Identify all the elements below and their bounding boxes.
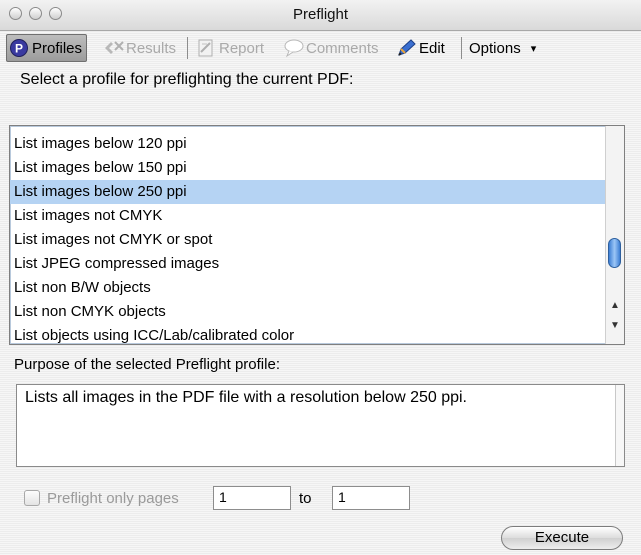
select-profile-prompt: Select a profile for preflighting the cu… (20, 71, 354, 88)
preflight-pages-checkbox[interactable] (24, 490, 40, 506)
results-icon (103, 38, 124, 58)
window-title: Preflight (292, 6, 349, 23)
scroll-down-arrow-icon[interactable]: ▼ (606, 318, 624, 334)
purpose-scrollbar[interactable] (615, 385, 624, 466)
comments-icon (283, 38, 304, 58)
report-button[interactable]: Report (196, 34, 264, 62)
list-item[interactable]: List images below 150 ppi (10, 156, 606, 180)
edit-button[interactable]: Edit (396, 34, 445, 62)
chevron-down-icon: ▾ (530, 42, 537, 55)
toolbar-divider (187, 37, 188, 59)
list-item[interactable]: List objects using ICC/Lab/calibrated co… (10, 324, 606, 344)
options-menu[interactable]: Options ▾ (469, 34, 536, 62)
list-item[interactable]: List images below 120 ppi (10, 132, 606, 156)
comments-button[interactable]: Comments (283, 34, 379, 62)
preflight-pages-label: Preflight only pages (47, 490, 179, 507)
list-item-selected[interactable]: List images below 250 ppi (10, 180, 606, 204)
purpose-label: Purpose of the selected Preflight profil… (14, 356, 280, 373)
title-bar: Preflight (0, 0, 641, 31)
profiles-icon: P (9, 38, 29, 58)
scrollbar-thumb[interactable] (608, 238, 621, 268)
svg-text:P: P (15, 42, 23, 56)
list-item[interactable]: List images not CMYK (10, 204, 606, 228)
profiles-button[interactable]: P Profiles (6, 34, 88, 62)
list-item[interactable]: List images not CMYK or spot (10, 228, 606, 252)
to-page-field[interactable]: 1 (332, 486, 410, 510)
list-item[interactable]: List non CMYK objects (10, 300, 606, 324)
toolbar: P Profiles Results Report Comments Edit … (0, 31, 641, 65)
purpose-description: Lists all images in the PDF file with a … (16, 384, 625, 467)
results-button[interactable]: Results (103, 34, 176, 62)
scroll-up-arrow-icon[interactable]: ▲ (606, 298, 624, 314)
profiles-list[interactable]: List images below 120 ppi List images be… (9, 125, 625, 345)
toolbar-divider (461, 37, 462, 59)
execute-button[interactable]: Execute (501, 526, 623, 550)
report-icon (196, 38, 216, 58)
list-item[interactable]: List non B/W objects (10, 276, 606, 300)
purpose-text: Lists all images in the PDF file with a … (25, 389, 467, 406)
from-page-field[interactable]: 1 (213, 486, 291, 510)
list-scrollbar[interactable]: ▲ ▼ (605, 126, 624, 344)
to-label: to (299, 490, 312, 507)
list-item[interactable]: List JPEG compressed images (10, 252, 606, 276)
edit-icon (396, 38, 416, 58)
